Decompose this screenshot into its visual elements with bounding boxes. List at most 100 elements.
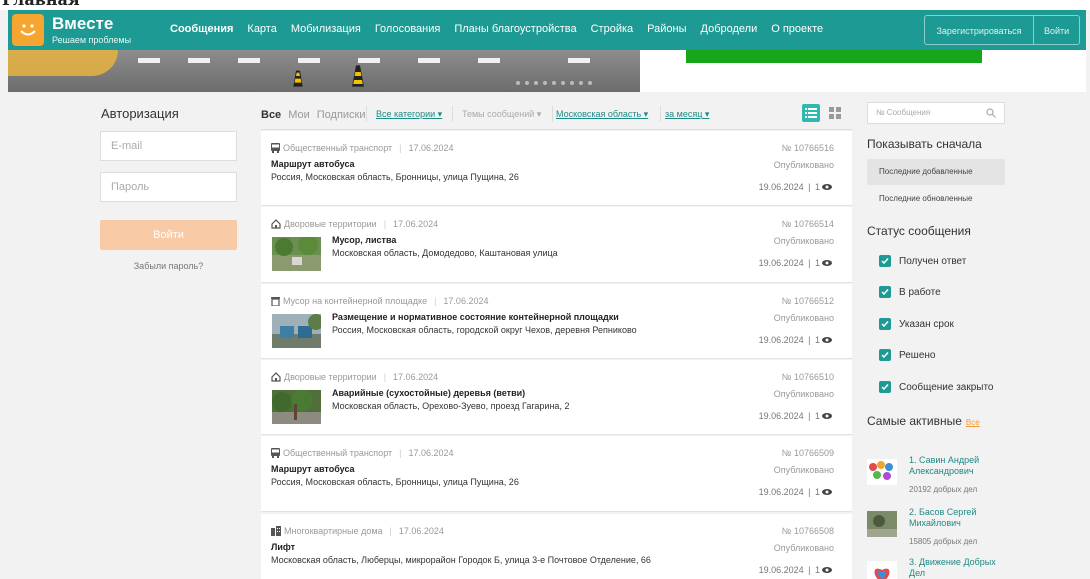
card-category[interactable]: Дворовые территории — [284, 219, 377, 229]
checkbox-checked-icon — [879, 255, 891, 267]
tab-mine[interactable]: Мои — [288, 109, 310, 121]
card-address: Россия, Московская область, Бронницы, ул… — [271, 477, 519, 487]
house-icon — [271, 219, 281, 229]
banner-pagination[interactable] — [516, 81, 592, 85]
region-filter[interactable]: Московская область ▾ — [556, 104, 648, 124]
card-status: Опубликовано — [773, 236, 834, 246]
card-date: 17.06.2024 — [393, 372, 439, 382]
top-cropped-strip: Главная — [0, 0, 1090, 10]
auth-title: Авторизация — [101, 106, 179, 121]
tab-subscriptions[interactable]: Подписки — [317, 109, 366, 121]
card-date: 17.06.2024 — [408, 143, 454, 153]
message-card[interactable]: Общественный транспорт | 17.06.2024 Маршру… — [261, 131, 852, 206]
card-title[interactable]: Аварийные (сухостойные) деревья (ветви) — [332, 388, 525, 398]
card-address: Россия, Московская область, Бронницы, ул… — [271, 172, 519, 182]
card-photo — [272, 314, 321, 348]
nav-dobrodeli[interactable]: Добродели — [701, 23, 758, 35]
header-auth: Зарегистрироваться Войти — [924, 15, 1080, 45]
bus-icon — [271, 448, 280, 458]
nav-districts[interactable]: Районы — [647, 23, 686, 35]
message-number-search[interactable]: № Сообщения — [867, 102, 1005, 124]
status-title: Статус сообщения — [867, 224, 971, 238]
email-field[interactable]: E-mail — [100, 131, 237, 161]
status-checkbox-in-progress[interactable]: В работе — [879, 286, 941, 298]
sort-latest-added[interactable]: Последние добавленные — [867, 159, 1005, 185]
nav-about[interactable]: О проекте — [771, 23, 823, 35]
card-updated: 19.06.2024 | 1 — [759, 335, 832, 345]
card-title[interactable]: Лифт — [271, 542, 295, 552]
eye-icon — [822, 337, 832, 343]
nav-voting[interactable]: Голосования — [375, 23, 441, 35]
card-category[interactable]: Общественный транспорт — [283, 448, 392, 458]
filter-separator — [452, 104, 453, 124]
eye-icon — [822, 489, 832, 495]
card-address: Московская область, Орехово-Зуево, проез… — [332, 401, 570, 411]
checkbox-checked-icon — [879, 349, 891, 361]
card-status: Опубликовано — [773, 160, 834, 170]
card-updated: 19.06.2024 | 1 — [759, 565, 832, 575]
card-title[interactable]: Маршрут автобуса — [271, 159, 355, 169]
forgot-password-link[interactable]: Забыли пароль? — [100, 261, 237, 271]
feed-tabs: Все Мои Подписки — [261, 109, 366, 121]
period-filter[interactable]: за месяц ▾ — [665, 104, 709, 124]
nav-construction[interactable]: Стройка — [591, 23, 634, 35]
card-number: № 10766514 — [781, 219, 834, 229]
active-user-item[interactable]: 2. Басов Сергей Михайлович 15805 добрых … — [867, 507, 1005, 553]
card-status: Опубликовано — [773, 313, 834, 323]
top-cropped-text: Главная — [2, 0, 80, 9]
nav-map[interactable]: Карта — [247, 23, 276, 35]
banner-image[interactable] — [8, 50, 640, 92]
active-user-count: 20192 добрых дел — [909, 485, 978, 494]
message-card[interactable]: Многоквартирные дома | 17.06.2024 Лифт Мос… — [261, 514, 852, 579]
nav-improvement-plans[interactable]: Планы благоустройства — [454, 23, 576, 35]
active-user-item[interactable]: 3. Движение Добрых Дел — [867, 557, 1005, 579]
avatar — [867, 561, 897, 579]
card-date: 17.06.2024 — [398, 526, 444, 536]
card-title[interactable]: Мусор, листва — [332, 235, 396, 245]
main-nav: Сообщения Карта Мобилизация Голосования … — [170, 23, 823, 35]
card-category[interactable]: Мусор на контейнерной площадке — [283, 296, 427, 306]
card-category[interactable]: Многоквартирные дома — [284, 526, 383, 536]
message-card[interactable]: Мусор на контейнерной площадке | 17.06.202… — [261, 284, 852, 359]
status-checkbox-closed[interactable]: Сообщение закрыто — [879, 381, 994, 393]
search-icon — [986, 108, 996, 118]
brand-tagline: Решаем проблемы — [52, 35, 132, 45]
active-user-name[interactable]: 2. Басов Сергей Михайлович — [909, 507, 1005, 529]
status-checkbox-solved[interactable]: Решено — [879, 349, 935, 361]
card-address: Московская область, Домодедово, Каштанов… — [332, 248, 558, 258]
topics-filter[interactable]: Темы сообщений ▾ — [462, 104, 541, 124]
active-user-item[interactable]: 1. Савин Андрей Александрович 20192 добр… — [867, 455, 1005, 501]
active-user-name[interactable]: 1. Савин Андрей Александрович — [909, 455, 1005, 477]
card-number: № 10766508 — [781, 526, 834, 536]
register-button[interactable]: Зарегистрироваться — [924, 15, 1034, 45]
password-field[interactable]: Пароль — [100, 172, 237, 202]
card-meta: Общественный транспорт | 17.06.2024 — [271, 448, 454, 458]
active-user-name[interactable]: 3. Движение Добрых Дел — [909, 557, 1005, 579]
active-all-link[interactable]: Все — [966, 418, 980, 427]
header-login-button[interactable]: Войти — [1034, 15, 1080, 45]
grid-view-icon[interactable] — [826, 104, 844, 122]
card-status: Опубликовано — [773, 465, 834, 475]
nav-mobilization[interactable]: Мобилизация — [291, 23, 361, 35]
sort-latest-updated[interactable]: Последние обновленные — [867, 186, 1005, 212]
tab-all[interactable]: Все — [261, 109, 281, 121]
card-number: № 10766512 — [781, 296, 834, 306]
message-card[interactable]: Дворовые территории | 17.06.2024 Мусор, ли… — [261, 207, 852, 283]
login-submit-button[interactable]: Войти — [100, 220, 237, 250]
card-title[interactable]: Маршрут автобуса — [271, 464, 355, 474]
avatar — [867, 511, 897, 537]
message-card[interactable]: Дворовые территории | 17.06.2024 Аварийные… — [261, 360, 852, 435]
status-checkbox-deadline[interactable]: Указан срок — [879, 318, 954, 330]
card-category[interactable]: Дворовые территории — [284, 372, 377, 382]
card-category[interactable]: Общественный транспорт — [283, 143, 392, 153]
list-view-icon[interactable] — [802, 104, 820, 122]
eye-icon — [822, 184, 832, 190]
category-filter[interactable]: Все категории ▾ — [376, 104, 442, 124]
logo-icon[interactable] — [12, 14, 44, 46]
status-checkbox-answered[interactable]: Получен ответ — [879, 255, 966, 267]
nav-messages[interactable]: Сообщения — [170, 23, 233, 35]
card-title[interactable]: Размещение и нормативное состояние конте… — [332, 312, 619, 322]
message-card[interactable]: Общественный транспорт | 17.06.2024 Маршру… — [261, 436, 852, 512]
brand-name[interactable]: Вместе — [52, 14, 113, 34]
card-address: Россия, Московская область, городской ок… — [332, 325, 637, 335]
